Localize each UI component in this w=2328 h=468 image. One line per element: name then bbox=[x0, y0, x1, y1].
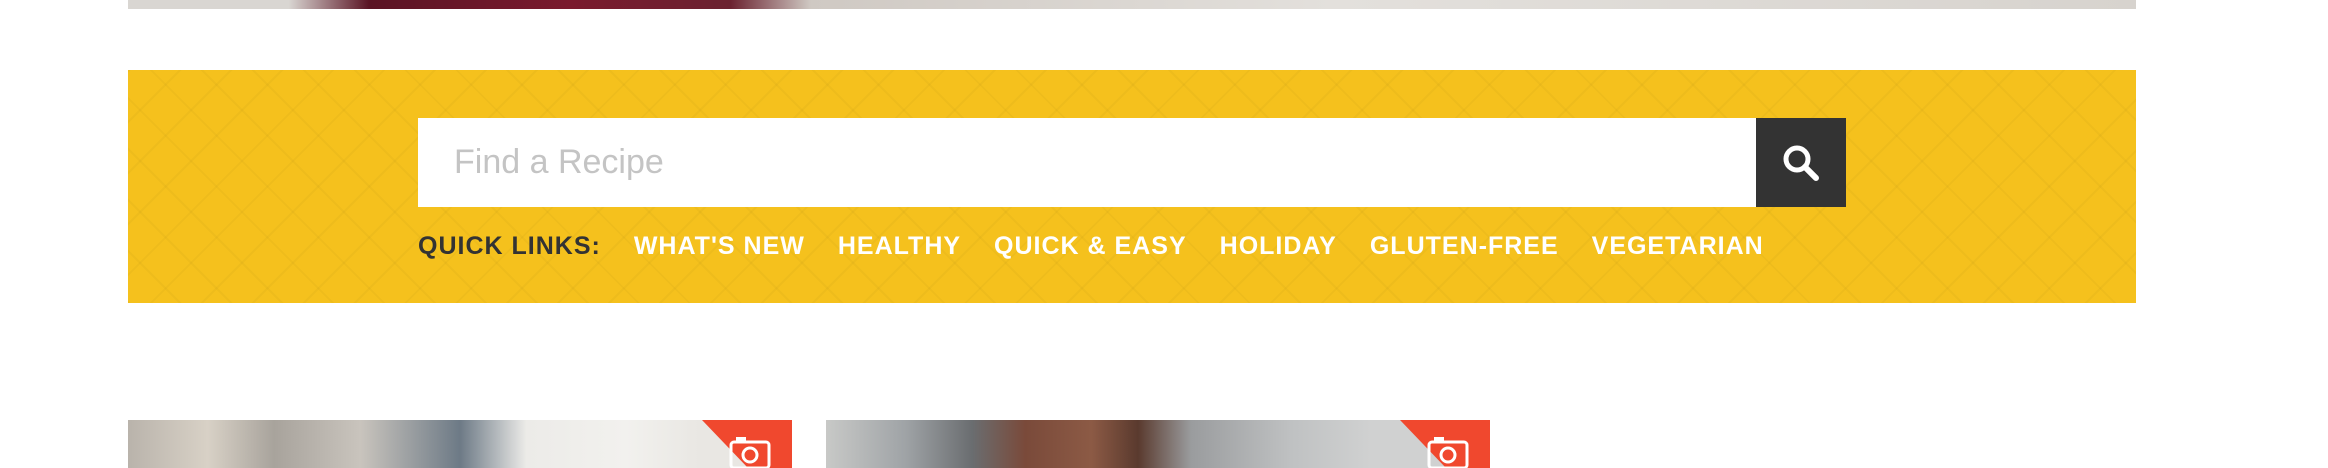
hero-image[interactable] bbox=[128, 0, 2136, 9]
recipe-card[interactable] bbox=[128, 420, 792, 468]
quick-link-whats-new[interactable]: WHAT'S NEW bbox=[634, 232, 805, 261]
quick-link-holiday[interactable]: HOLIDAY bbox=[1220, 232, 1337, 261]
card-badge bbox=[702, 420, 792, 468]
camera-icon bbox=[1427, 437, 1469, 468]
quick-links: QUICK LINKS: WHAT'S NEW HEALTHY QUICK & … bbox=[418, 232, 1797, 261]
recipe-search-band: QUICK LINKS: WHAT'S NEW HEALTHY QUICK & … bbox=[128, 70, 2136, 303]
search-icon bbox=[1783, 145, 1819, 181]
camera-icon bbox=[729, 437, 771, 468]
recipe-card[interactable] bbox=[826, 420, 1490, 468]
card-badge bbox=[1400, 420, 1490, 468]
recipe-search-input[interactable] bbox=[418, 118, 1756, 207]
quick-link-healthy[interactable]: HEALTHY bbox=[838, 232, 961, 261]
page: QUICK LINKS: WHAT'S NEW HEALTHY QUICK & … bbox=[0, 0, 2328, 468]
search-button[interactable] bbox=[1756, 118, 1846, 207]
quick-link-quick-easy[interactable]: QUICK & EASY bbox=[994, 232, 1187, 261]
quick-link-vegetarian[interactable]: VEGETARIAN bbox=[1592, 232, 1764, 261]
quick-links-label: QUICK LINKS: bbox=[418, 232, 601, 260]
quick-link-gluten-free[interactable]: GLUTEN-FREE bbox=[1370, 232, 1559, 261]
search-bar bbox=[418, 118, 1846, 207]
